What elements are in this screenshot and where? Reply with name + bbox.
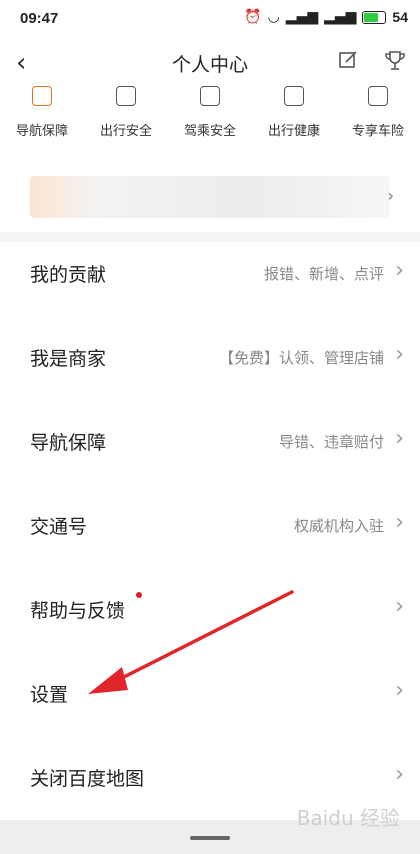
quick-item-label: 专享车险: [351, 124, 404, 139]
chevron-right-icon: ›: [395, 510, 404, 535]
menu-item-subtitle: 报错、新增、点评: [263, 265, 384, 283]
battery-level: 54: [392, 9, 408, 25]
status-time: 09:47: [20, 10, 59, 27]
chevron-right-icon: ›: [395, 594, 404, 619]
document-icon: [116, 86, 136, 106]
quick-item-nav-guarantee[interactable]: 导航保障: [2, 86, 82, 148]
signal-icon-2: ▂▄▆: [324, 9, 357, 25]
menu-item-label: 帮助与反馈: [30, 600, 126, 622]
chevron-right-icon: ›: [387, 186, 394, 205]
settings-menu: 我的贡献 报错、新增、点评 › 我是商家 【免费】认领、管理店铺 › 导航保障 …: [0, 232, 420, 820]
wifi-icon: ◡: [267, 9, 280, 25]
status-bar: 09:47 ⏰ ◡ ▂▄▆ ▂▄▆ 54: [0, 0, 420, 40]
quick-item-travel-safety[interactable]: 出行安全: [86, 86, 166, 148]
health-icon: [284, 86, 304, 106]
promo-banner[interactable]: ›: [30, 176, 394, 218]
quick-item-label: 导航保障: [15, 124, 68, 139]
edit-icon[interactable]: [338, 50, 358, 70]
menu-item-subtitle: 【免费】认领、管理店铺: [218, 349, 384, 367]
chevron-right-icon: ›: [395, 426, 404, 451]
alarm-icon: ⏰: [244, 9, 262, 25]
header: ‹ 个人中心: [0, 40, 420, 86]
chevron-right-icon: ›: [395, 678, 404, 703]
car-icon: [200, 86, 220, 106]
menu-item-merchant[interactable]: 我是商家 【免费】认领、管理店铺 ›: [0, 316, 420, 400]
quick-item-label: 出行安全: [99, 124, 152, 139]
quick-item-label: 出行健康: [267, 124, 320, 139]
watermark: Baidu 经验: [296, 806, 400, 830]
status-icons: ⏰ ◡ ▂▄▆ ▂▄▆ 54: [244, 9, 408, 25]
menu-item-traffic-account[interactable]: 交通号 权威机构入驻 ›: [0, 484, 420, 568]
chevron-right-icon: ›: [395, 258, 404, 283]
shield-icon: [32, 86, 52, 106]
trophy-icon[interactable]: [384, 50, 406, 72]
menu-item-subtitle: 导错、违章赔付: [278, 433, 384, 451]
menu-item-label: 我的贡献: [30, 264, 107, 286]
menu-item-label: 我是商家: [30, 348, 107, 370]
battery-icon: [362, 10, 387, 24]
menu-item-nav-guarantee[interactable]: 导航保障 导错、违章赔付 ›: [0, 400, 420, 484]
menu-item-settings[interactable]: 设置 ›: [0, 652, 420, 736]
chevron-right-icon: ›: [395, 762, 404, 787]
quick-item-driving-safety[interactable]: 驾乘安全: [170, 86, 250, 148]
menu-item-label: 设置: [30, 684, 69, 706]
home-indicator[interactable]: [190, 836, 230, 840]
quick-item-car-insurance[interactable]: 专享车险: [338, 86, 418, 148]
menu-item-contributions[interactable]: 我的贡献 报错、新增、点评 ›: [0, 232, 420, 316]
signal-icon: ▂▄▆: [285, 9, 319, 25]
chevron-right-icon: ›: [395, 342, 404, 367]
quick-item-travel-health[interactable]: 出行健康: [254, 86, 334, 148]
quick-entries: 导航保障 出行安全 驾乘安全 出行健康 专享车险: [0, 86, 420, 148]
car-insurance-icon: [368, 86, 388, 106]
menu-item-subtitle: 权威机构入驻: [293, 517, 384, 535]
quick-item-label: 驾乘安全: [183, 124, 236, 139]
menu-item-label: 导航保障: [30, 432, 107, 454]
menu-item-label: 交通号: [30, 516, 88, 538]
menu-item-label: 关闭百度地图: [30, 768, 145, 790]
menu-item-help-feedback[interactable]: 帮助与反馈 ›: [0, 568, 420, 652]
notification-dot: [136, 592, 142, 598]
